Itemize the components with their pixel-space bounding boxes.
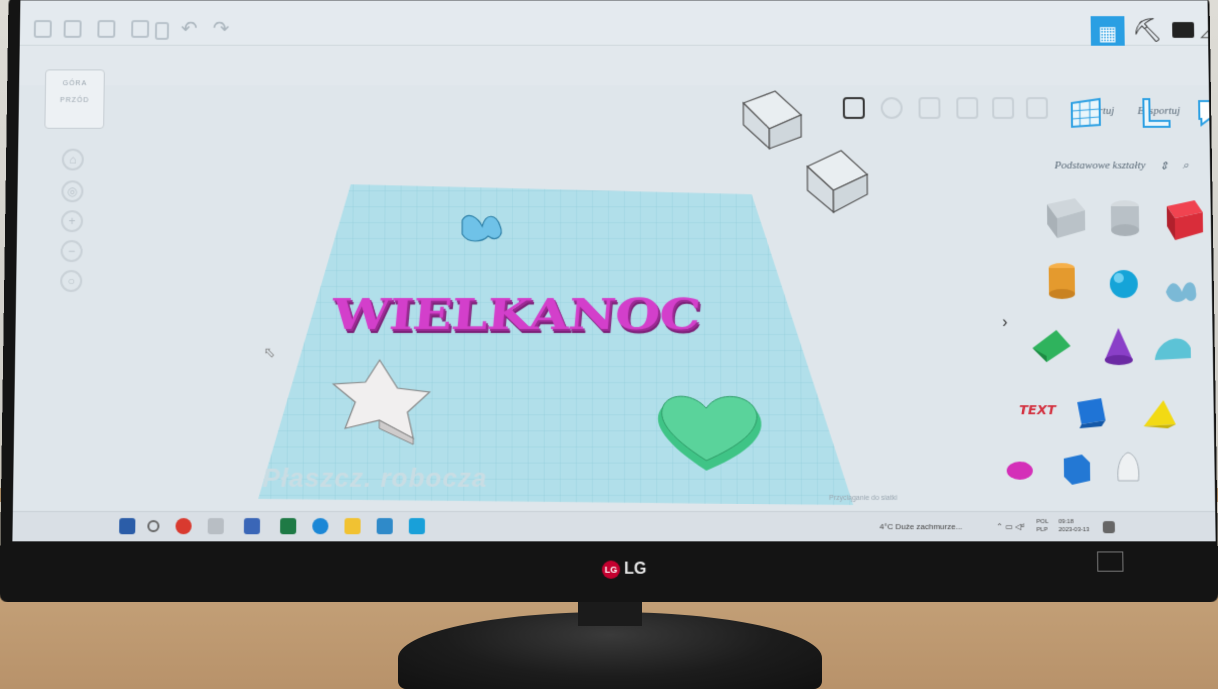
chevron-updown-icon: ⇕ [1159, 160, 1169, 172]
clock[interactable]: 09:18 2023-03-13 [1058, 518, 1089, 534]
lg-logo-mark: LG [601, 560, 621, 579]
lg-brand-text: LG [624, 560, 647, 578]
box-hole-2[interactable] [807, 151, 867, 213]
svg-text:TEXT: TEXT [1019, 403, 1057, 418]
round-roof-shape[interactable] [1154, 338, 1191, 361]
text-shape[interactable]: TEXT [1019, 403, 1057, 418]
clock-date: 2023-03-13 [1058, 527, 1090, 534]
monitor-bezel: ↶ ↷ ▦ ⛏ ◿ Importuj Eksportuj Wy GÓRA PRZ… [0, 0, 1218, 603]
notifications-icon[interactable] [1102, 521, 1115, 534]
clock-time: 09:18 [1058, 519, 1074, 526]
box-hole-shape[interactable] [1046, 198, 1086, 239]
box-rotated-shape[interactable] [1077, 398, 1106, 429]
shape-category-label: Podstawowe kształty [1054, 159, 1146, 172]
mouse-cursor-icon: ⬁ [263, 344, 276, 361]
blocks-mode-icon[interactable] [1172, 22, 1195, 38]
workplane-tool-icon[interactable] [1068, 95, 1104, 131]
task-view-icon[interactable] [207, 518, 224, 535]
cone-shape[interactable] [1104, 328, 1133, 366]
paraboloid-shape[interactable] [1118, 453, 1139, 481]
panel-top-tools [1054, 87, 1216, 146]
search-taskbar-icon[interactable] [147, 520, 160, 533]
shape-category-select[interactable]: Podstawowe kształty ⇕ ⌕ [1054, 155, 1208, 177]
start-icon[interactable] [119, 518, 136, 535]
excel-icon[interactable] [280, 518, 297, 535]
store-icon[interactable] [376, 518, 393, 535]
snap-grid-label[interactable]: Przyciąganie do siatki [829, 495, 897, 502]
workplane[interactable] [13, 0, 1059, 511]
roof-shape[interactable] [1032, 330, 1071, 363]
tray-icons[interactable]: ⌃ ▭ ◁ᵈ [996, 522, 1024, 531]
shapes-grid: TEXT [1006, 198, 1204, 485]
language-indicator[interactable]: POL PLP [1036, 518, 1048, 534]
scribble-panel-shape[interactable] [1166, 282, 1197, 302]
app-icon[interactable] [408, 518, 425, 535]
weather-widget[interactable]: 4°C Duże zachmurze... [880, 522, 963, 531]
file-explorer-icon[interactable] [344, 518, 361, 535]
edge-icon[interactable] [312, 518, 329, 535]
energy-star-sticker [1097, 551, 1124, 572]
screen: ↶ ↷ ▦ ⛏ ◿ Importuj Eksportuj Wy GÓRA PRZ… [12, 0, 1216, 542]
ruler-tool-icon[interactable] [1137, 95, 1173, 131]
half-sphere-shape[interactable] [1006, 461, 1033, 480]
word-icon[interactable] [243, 518, 261, 535]
text-object-wielkanoc[interactable]: WIELKANOC [330, 289, 702, 339]
chrome-icon[interactable] [175, 518, 192, 535]
collapse-panel-chevron-icon[interactable]: › [1002, 314, 1008, 332]
sphere-shape[interactable] [1110, 270, 1139, 298]
pyramid-shape[interactable] [1143, 400, 1176, 429]
language-layout: PLP [1036, 527, 1048, 534]
search-icon[interactable]: ⌕ [1183, 159, 1189, 172]
box-shape[interactable] [1166, 200, 1204, 241]
workplane-label: Płaszcz. robocza [262, 462, 488, 493]
cylinder-shape[interactable] [1049, 263, 1076, 299]
monitor-logo: LG LG [601, 560, 647, 580]
cylinder-hole-shape[interactable] [1110, 200, 1140, 237]
language-code: POL [1036, 519, 1049, 526]
windows-taskbar: 4°C Duże zachmurze... ⌃ ▭ ◁ᵈ POL PLP 09:… [12, 511, 1216, 542]
3d-design-mode-button[interactable]: ▦ [1090, 16, 1125, 50]
box-hole-1[interactable] [743, 91, 801, 148]
pickaxe-mode-icon[interactable]: ⛏ [1132, 16, 1163, 45]
polygon-shape[interactable] [1063, 454, 1091, 485]
